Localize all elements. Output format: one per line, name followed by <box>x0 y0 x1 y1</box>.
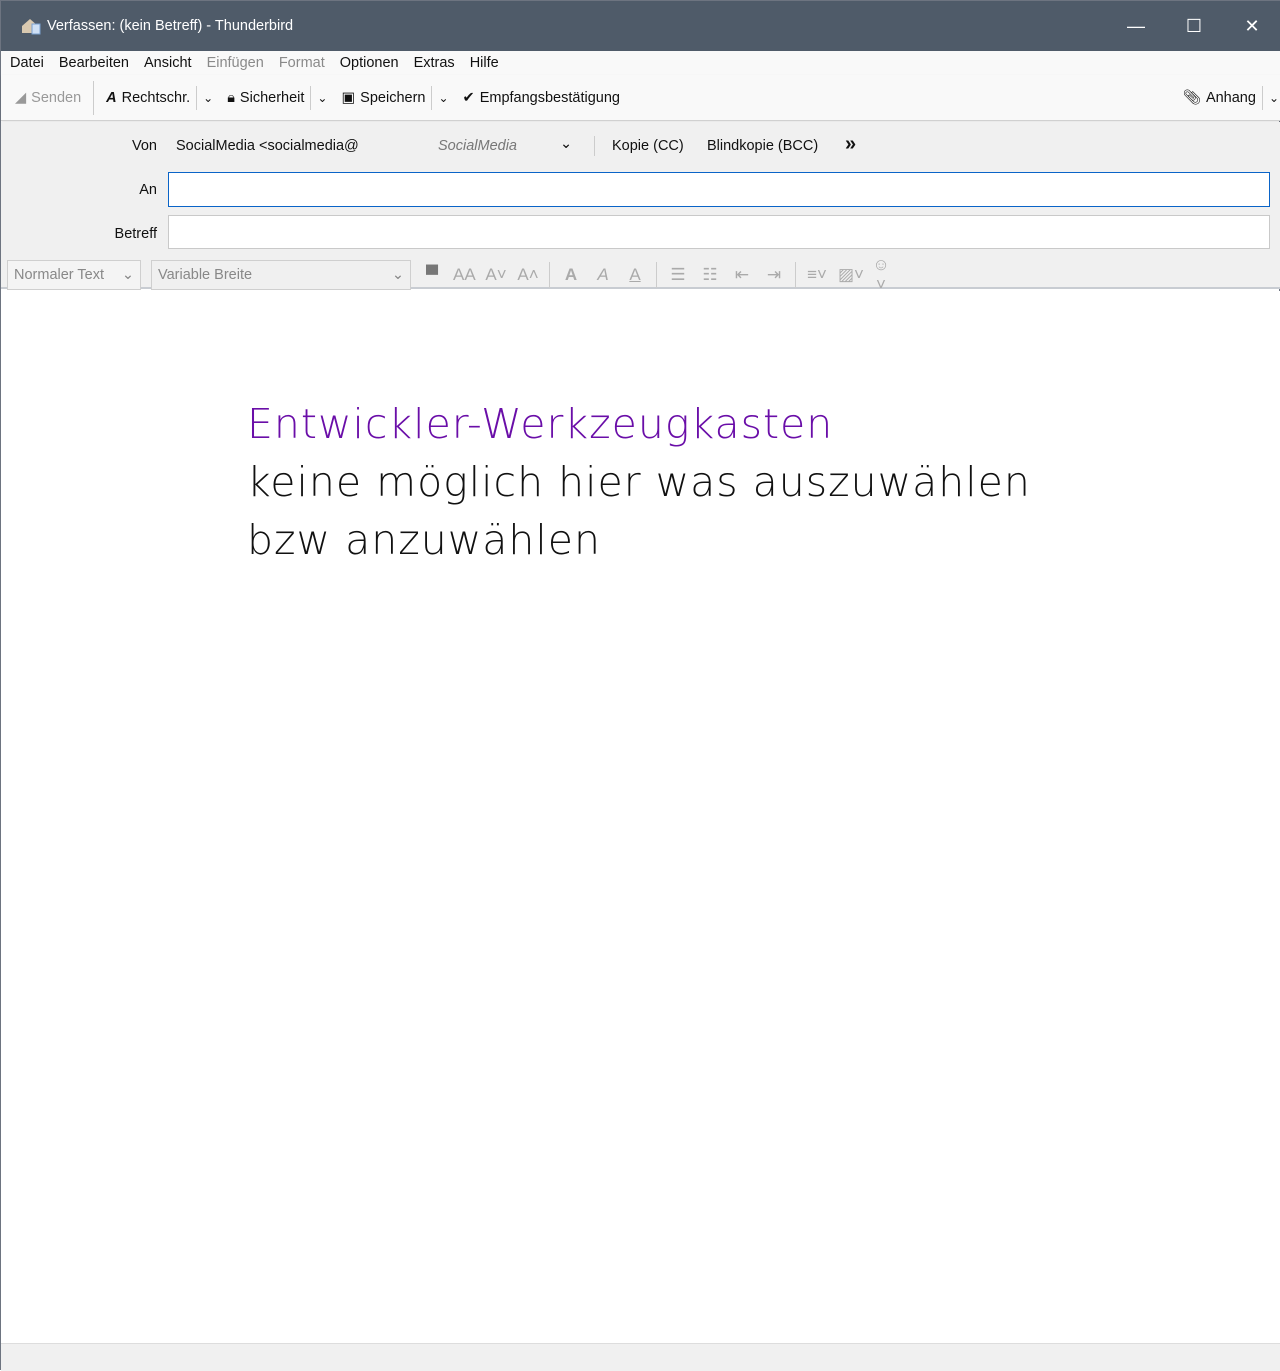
menu-extras[interactable]: Extras <box>414 55 455 71</box>
font-value: Variable Breite <box>158 267 253 283</box>
window-title: Verfassen: (kein Betreff) - Thunderbird <box>47 18 294 34</box>
security-button[interactable]: 🔒︎ Sicherheit <box>227 90 304 106</box>
send-button[interactable]: ◢ Senden <box>15 90 81 106</box>
menu-hilfe[interactable]: Hilfe <box>470 55 499 71</box>
maximize-button[interactable]: ☐ <box>1165 1 1223 51</box>
save-label: Speichern <box>360 89 426 106</box>
status-bar <box>1 1343 1280 1371</box>
save-icon: ▣ <box>341 89 356 106</box>
divider <box>549 262 550 288</box>
emoji-icon[interactable]: ☺˅ <box>870 255 892 295</box>
underline-icon[interactable]: A <box>624 265 646 285</box>
compose-app-icon <box>21 17 41 35</box>
paragraph-format-value: Normaler Text <box>14 267 104 283</box>
compose-toolbar: ◢ Senden A Rechtschr. ⌄ 🔒︎ Sicherheit ⌄ ▣ Sp… <box>1 75 1280 121</box>
spellcheck-button[interactable]: A Rechtschr. <box>106 90 190 106</box>
insert-image-icon[interactable]: ▨˅ <box>838 265 864 285</box>
security-label: Sicherheit <box>239 89 305 106</box>
format-toolbar: Normaler Text ⌄ Variable Breite ⌄ ▀ AA A˅ … <box>7 255 892 295</box>
to-label: An <box>139 182 157 198</box>
divider <box>795 262 796 288</box>
send-label: Senden <box>31 89 82 106</box>
lock-icon: 🔒︎ <box>227 89 235 106</box>
send-icon: ◢ <box>15 89 27 106</box>
from-label: Von <box>132 138 157 154</box>
compose-header: Von SocialMedia <socialmedia@ SocialMedi… <box>1 122 1280 294</box>
return-receipt-label: Empfangsbestätigung <box>479 89 620 106</box>
body-line: bzw anzuwählen <box>247 516 601 564</box>
minimize-button[interactable]: — <box>1107 1 1165 51</box>
from-value: SocialMedia <socialmedia@ <box>176 138 359 154</box>
decrease-font-icon[interactable]: A˅ <box>485 265 507 285</box>
return-receipt-button[interactable]: ✔ Empfangsbestätigung <box>463 90 620 106</box>
menu-bar: Datei Bearbeiten Ansicht Einfügen Format… <box>1 51 1280 75</box>
font-size-icon[interactable]: AA <box>453 265 476 285</box>
title-bar: Verfassen: (kein Betreff) - Thunderbird … <box>1 1 1280 51</box>
attach-label: Anhang <box>1205 89 1256 106</box>
message-body-editor[interactable]: Entwickler-Werkzeugkasten keine möglich … <box>1 291 1280 1343</box>
chevron-down-icon: ⌄ <box>121 267 134 283</box>
italic-icon[interactable]: A <box>592 265 614 285</box>
from-select[interactable]: SocialMedia <socialmedia@ SocialMedia ⌄ <box>176 136 572 154</box>
increase-font-icon[interactable]: A˄ <box>517 265 539 285</box>
menu-ansicht[interactable]: Ansicht <box>144 55 192 71</box>
close-button[interactable]: ✕ <box>1223 1 1280 51</box>
spellcheck-label: Rechtschr. <box>121 89 191 106</box>
paragraph-format-select[interactable]: Normaler Text ⌄ <box>7 260 141 290</box>
bold-icon[interactable]: A <box>560 265 582 285</box>
menu-datei[interactable]: Datei <box>10 55 44 71</box>
attach-dropdown-chevron-down-icon[interactable]: ⌄ <box>1261 85 1279 110</box>
outdent-icon[interactable]: ⇤ <box>731 265 753 285</box>
spellcheck-dropdown-chevron-down-icon[interactable]: ⌄ <box>196 85 213 110</box>
indent-icon[interactable]: ⇥ <box>763 265 785 285</box>
from-identity: SocialMedia <box>438 138 517 154</box>
toolbar-separator <box>93 80 95 115</box>
attach-button[interactable]: 📎︎ Anhang <box>1182 89 1256 107</box>
font-select[interactable]: Variable Breite ⌄ <box>151 260 411 290</box>
divider <box>594 136 595 156</box>
more-fields-icon[interactable]: » <box>845 133 856 156</box>
save-button[interactable]: ▣ Speichern <box>341 90 425 106</box>
menu-optionen[interactable]: Optionen <box>340 55 399 71</box>
body-heading: Entwickler-Werkzeugkasten <box>247 400 834 448</box>
subject-label: Betreff <box>114 226 157 242</box>
text-color-icon[interactable]: ▀ <box>421 265 443 285</box>
menu-einfuegen[interactable]: Einfügen <box>207 55 264 71</box>
bcc-button[interactable]: Blindkopie (BCC) <box>707 138 818 154</box>
paperclip-icon: 📎︎ <box>1182 90 1201 106</box>
body-line: keine möglich hier was auszuwählen <box>247 458 1031 506</box>
double-check-icon: ✔ <box>462 89 475 106</box>
numbered-list-icon[interactable]: ☷ <box>699 265 721 285</box>
align-icon[interactable]: ≡˅ <box>806 265 828 285</box>
security-dropdown-chevron-down-icon[interactable]: ⌄ <box>310 85 327 110</box>
divider <box>656 262 657 288</box>
to-input[interactable] <box>168 172 1270 207</box>
cc-button[interactable]: Kopie (CC) <box>612 138 684 154</box>
menu-format[interactable]: Format <box>279 55 325 71</box>
bullet-list-icon[interactable]: ☰ <box>667 265 689 285</box>
chevron-down-icon: ⌄ <box>391 267 404 283</box>
chevron-down-icon: ⌄ <box>560 136 573 152</box>
spellcheck-icon: A <box>106 89 117 106</box>
save-dropdown-chevron-down-icon[interactable]: ⌄ <box>431 85 449 110</box>
menu-bearbeiten[interactable]: Bearbeiten <box>59 55 129 71</box>
subject-input[interactable] <box>168 215 1270 249</box>
